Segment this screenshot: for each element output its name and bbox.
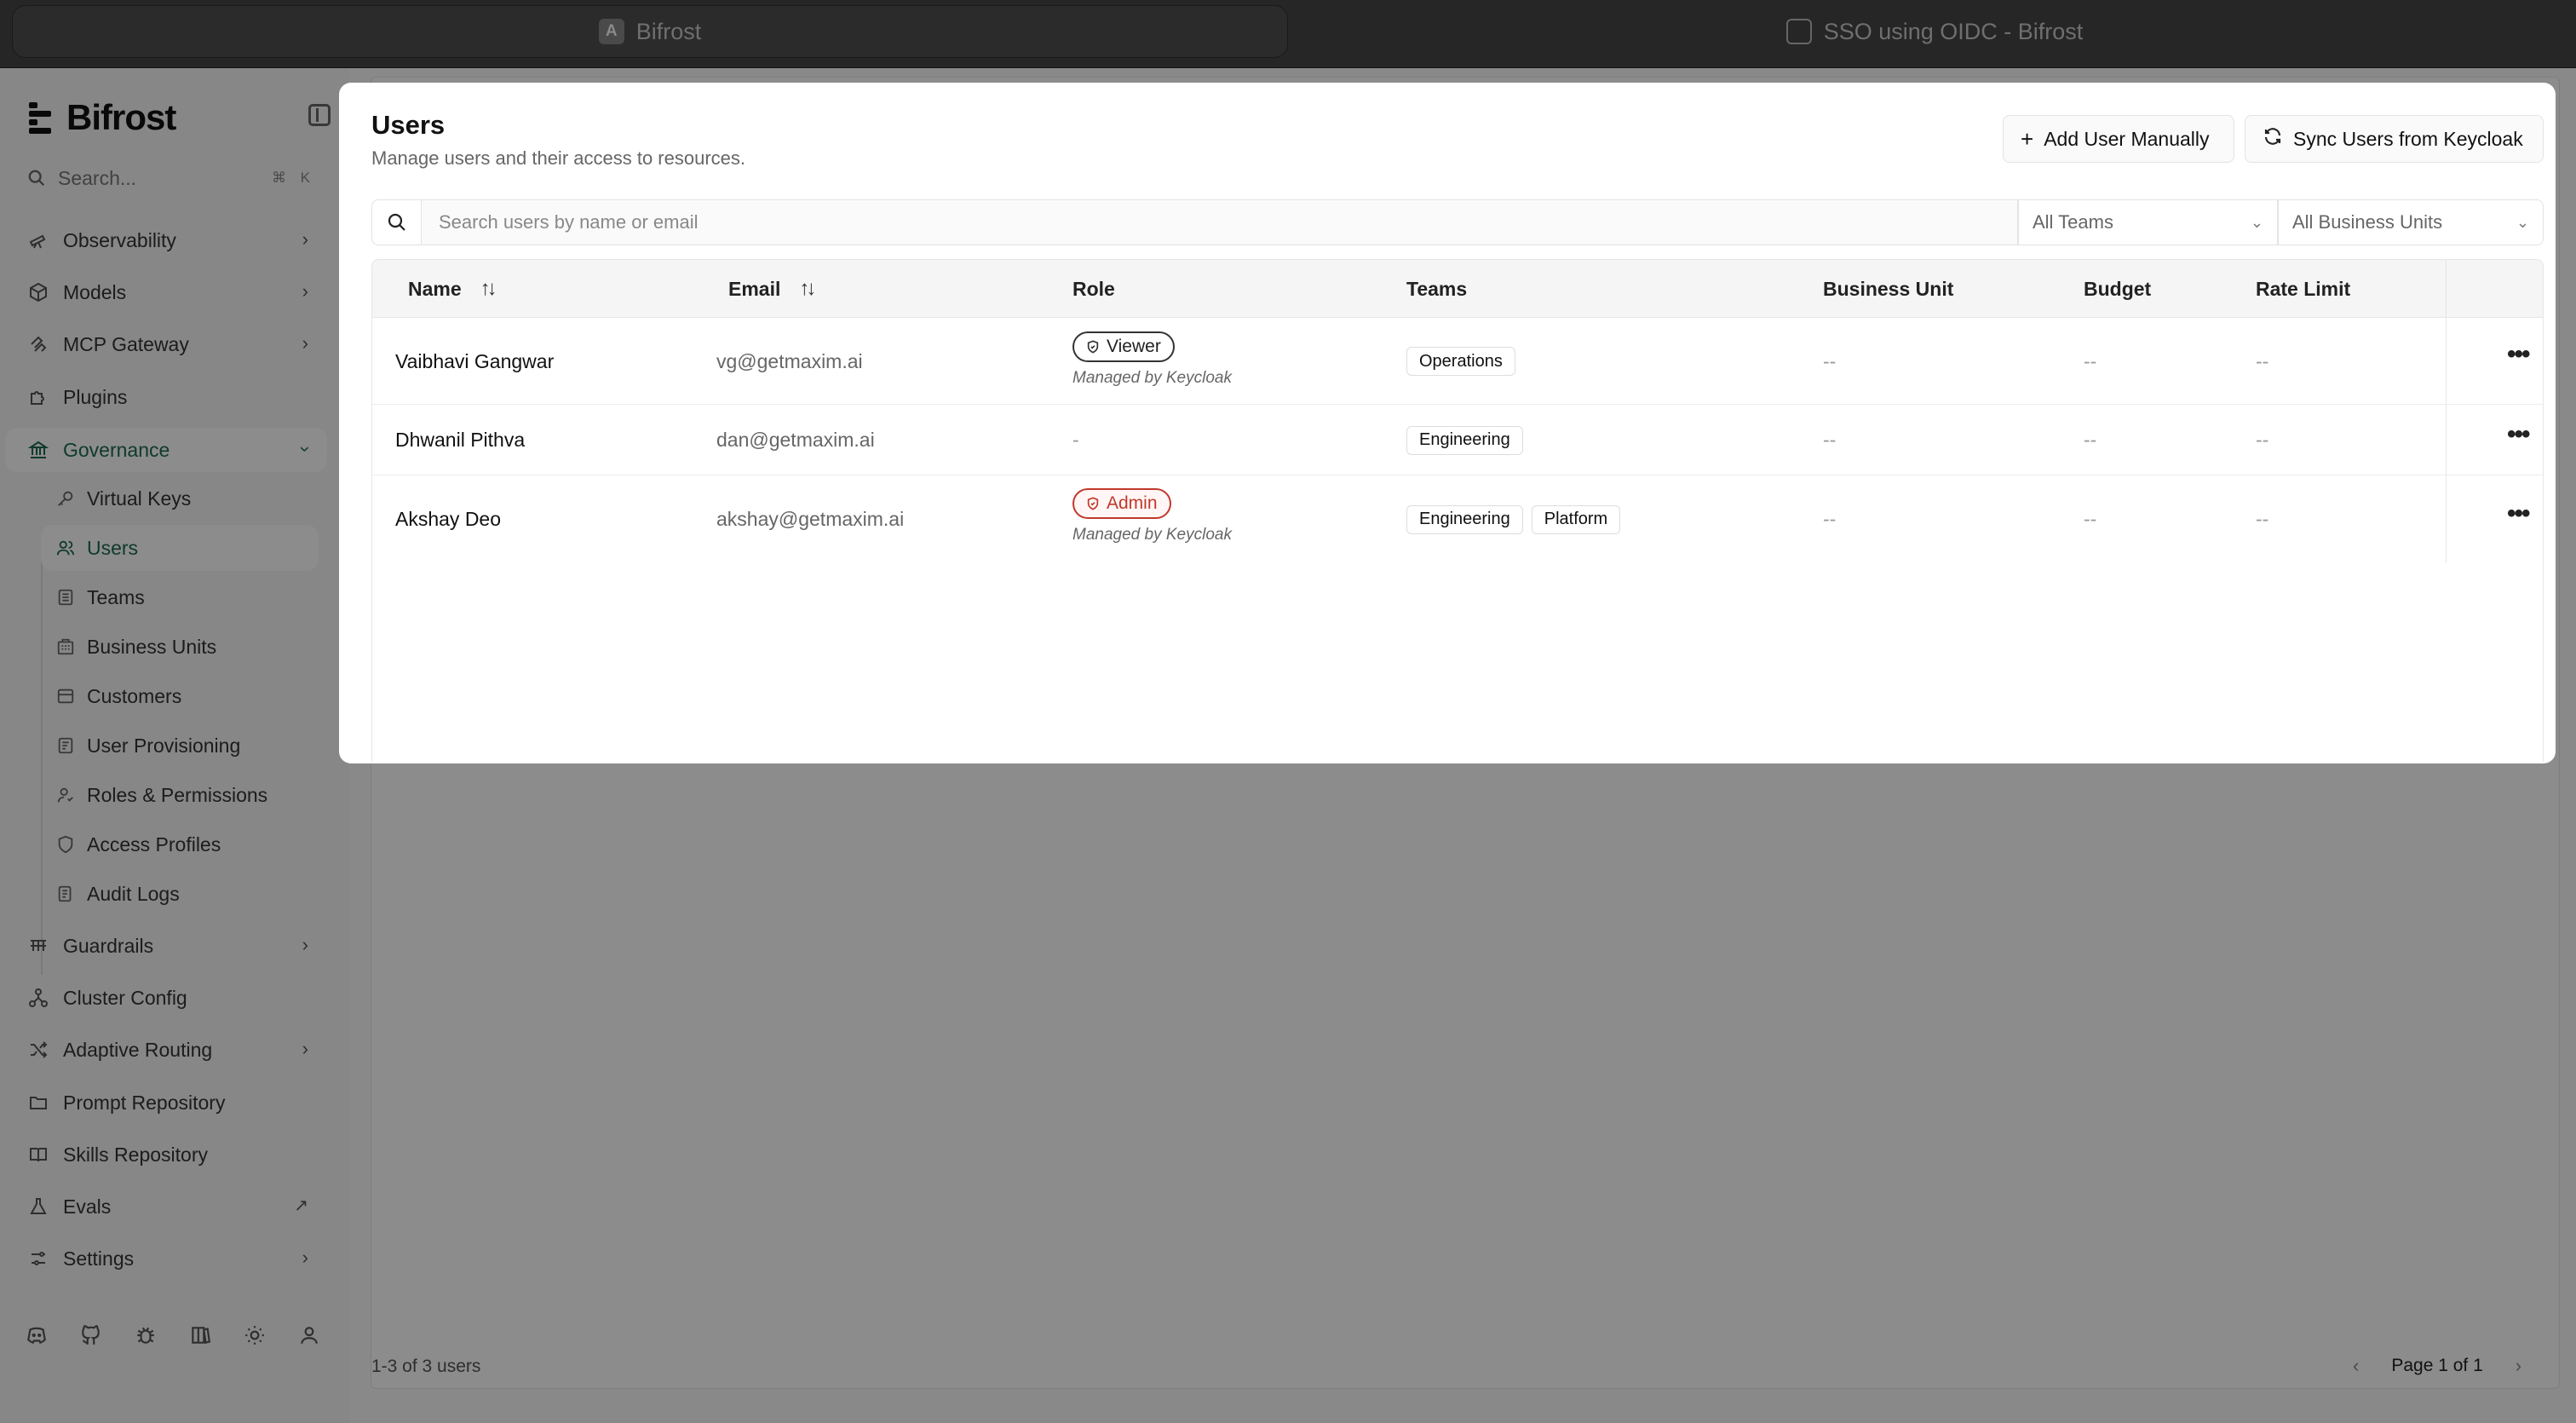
- business-unit-value: --: [1823, 349, 1837, 372]
- rate-limit-value: --: [2256, 508, 2269, 530]
- role-cell: Viewer Managed by Keycloak: [1072, 331, 1232, 388]
- sort-icon[interactable]: ↑↓: [480, 277, 497, 301]
- column-rate-limit: Rate Limit: [2256, 260, 2350, 318]
- tab-label: SSO using OIDC - Bifrost: [1823, 18, 2084, 44]
- role-managed-note: Managed by Keycloak: [1072, 526, 1232, 544]
- rate-limit-value: --: [2256, 349, 2269, 372]
- rate-limit-value: --: [2256, 429, 2269, 451]
- role-badge: Viewer: [1072, 331, 1175, 362]
- budget-value: --: [2084, 508, 2097, 530]
- column-role: Role: [1072, 260, 1115, 318]
- column-budget: Budget: [2084, 260, 2151, 318]
- refresh-icon: [2263, 126, 2283, 152]
- browser-tab-sso[interactable]: SSO using OIDC - Bifrost: [1305, 5, 2564, 58]
- column-label: Business Unit: [1823, 277, 1954, 300]
- column-teams: Teams: [1406, 260, 1467, 318]
- business-units-filter-select[interactable]: All Business Units ⌄: [2278, 199, 2544, 245]
- users-table: Name ↑↓ Email ↑↓ Role Teams Business Uni…: [371, 259, 2544, 762]
- teams-filter-select[interactable]: All Teams ⌄: [2018, 199, 2278, 245]
- actions-column: [2446, 260, 2543, 563]
- column-business-unit: Business Unit: [1823, 260, 1953, 318]
- tab-favicon: A: [598, 19, 624, 44]
- role-label: Admin: [1107, 493, 1158, 513]
- table-row[interactable]: Dhwanil Pithva dan@getmaxim.ai - Enginee…: [372, 405, 2543, 475]
- teams-cell: Engineering: [1406, 405, 1532, 475]
- team-chip: Operations: [1406, 347, 1515, 376]
- dialog-subtitle: Manage users and their access to resourc…: [371, 147, 746, 169]
- user-search: [371, 199, 2018, 245]
- budget-value: --: [2084, 429, 2097, 451]
- bifrost-icon: [1785, 19, 1812, 44]
- business-unit-value: --: [1823, 508, 1837, 530]
- shield-icon: [1087, 497, 1099, 510]
- teams-cell: Operations: [1406, 318, 1524, 405]
- column-label: Role: [1072, 277, 1115, 300]
- teams-cell: Engineering Platform: [1406, 475, 1629, 563]
- role-badge: Admin: [1072, 488, 1171, 519]
- column-label: Name: [408, 277, 462, 300]
- search-input[interactable]: [423, 200, 2016, 245]
- user-name: Vaibhavi Gangwar: [395, 349, 555, 372]
- role-managed-note: Managed by Keycloak: [1072, 369, 1232, 387]
- dialog-title: Users: [371, 110, 446, 140]
- user-name: Akshay Deo: [395, 508, 502, 530]
- table-row[interactable]: Akshay Deo akshay@getmaxim.ai Admin Mana…: [372, 475, 2543, 563]
- column-label: Rate Limit: [2256, 277, 2351, 300]
- add-user-label: Add User Manually: [2044, 127, 2210, 150]
- table-row[interactable]: Vaibhavi Gangwar vg@getmaxim.ai Viewer M…: [372, 318, 2543, 405]
- column-name[interactable]: Name ↑↓: [408, 260, 497, 318]
- search-icon: [372, 200, 422, 245]
- column-email[interactable]: Email ↑↓: [728, 260, 816, 318]
- user-email: vg@getmaxim.ai: [716, 349, 863, 372]
- sort-icon[interactable]: ↑↓: [799, 277, 816, 301]
- table-header: Name ↑↓ Email ↑↓ Role Teams Business Uni…: [372, 260, 2543, 318]
- budget-value: --: [2084, 349, 2097, 372]
- chevron-down-icon: ⌄: [2516, 213, 2529, 231]
- user-email: dan@getmaxim.ai: [716, 429, 875, 451]
- user-name: Dhwanil Pithva: [395, 429, 526, 451]
- plus-icon: +: [2021, 126, 2034, 152]
- shield-icon: [1087, 340, 1099, 354]
- teams-filter-value: All Teams: [2033, 211, 2113, 233]
- column-label: Teams: [1406, 277, 1468, 300]
- chevron-down-icon: ⌄: [2250, 213, 2263, 231]
- users-dialog: Users Manage users and their access to r…: [339, 83, 2556, 763]
- team-chip: Engineering: [1406, 425, 1523, 455]
- tab-label: Bifrost: [635, 18, 702, 44]
- role-cell: Admin Managed by Keycloak: [1072, 488, 1232, 544]
- sync-users-button[interactable]: Sync Users from Keycloak: [2245, 115, 2544, 163]
- column-label: Budget: [2084, 277, 2152, 300]
- business-units-filter-value: All Business Units: [2292, 211, 2443, 233]
- business-unit-value: --: [1823, 429, 1837, 451]
- add-user-button[interactable]: + Add User Manually: [2003, 115, 2234, 163]
- team-chip: Platform: [1531, 504, 1621, 534]
- team-chip: Engineering: [1406, 504, 1523, 534]
- browser-tab-bar: A Bifrost SSO using OIDC - Bifrost: [0, 0, 2576, 68]
- sync-users-label: Sync Users from Keycloak: [2293, 127, 2523, 150]
- column-label: Email: [728, 277, 781, 300]
- browser-tab-bifrost[interactable]: A Bifrost: [12, 5, 1288, 58]
- role-label: Viewer: [1107, 337, 1161, 356]
- user-email: akshay@getmaxim.ai: [716, 508, 905, 530]
- role-value: -: [1072, 429, 1079, 451]
